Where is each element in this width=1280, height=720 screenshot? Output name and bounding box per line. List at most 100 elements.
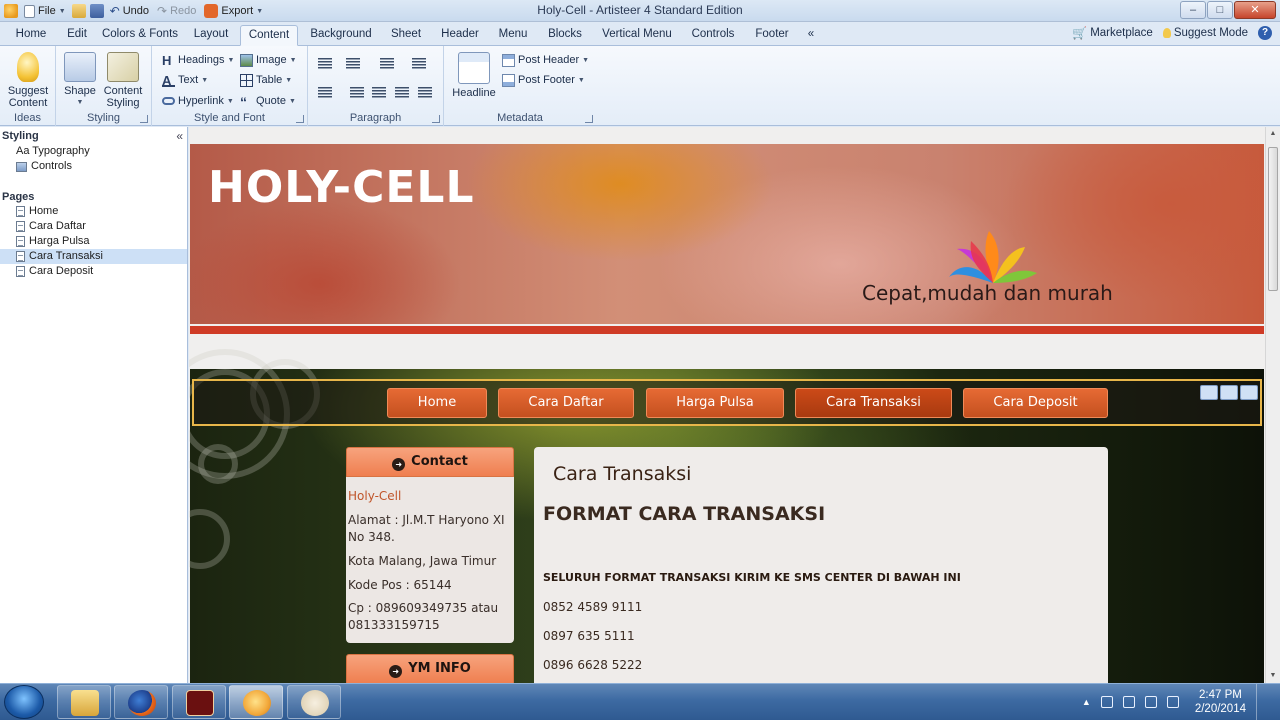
lightbulb-icon[interactable] xyxy=(1200,385,1218,400)
taskbar-paint[interactable] xyxy=(287,685,341,719)
contact-block-content[interactable]: Holy-Cell Alamat : Jl.M.T Haryono XI No … xyxy=(346,477,514,643)
network-icon[interactable] xyxy=(1122,696,1135,708)
bullet-list-icon[interactable] xyxy=(318,87,334,99)
close-button[interactable]: ✕ xyxy=(1234,1,1276,19)
chevron-down-icon: ▼ xyxy=(76,99,84,106)
content-styling-button[interactable]: Content Styling xyxy=(100,52,146,109)
tab-layout[interactable]: Layout xyxy=(186,25,236,46)
styling-item-controls[interactable]: Controls xyxy=(0,159,187,174)
clock[interactable]: 2:47 PM 2/20/2014 xyxy=(1195,688,1246,716)
site-title[interactable]: HOLY-CELL xyxy=(208,162,475,213)
post-title[interactable]: Cara Transaksi xyxy=(553,463,691,485)
tab-vertical-menu[interactable]: Vertical Menu xyxy=(596,25,678,46)
increase-indent-icon[interactable] xyxy=(346,58,362,70)
contact-block-header[interactable]: ➜ Contact xyxy=(346,447,514,477)
text-button[interactable]: A Text ▼ xyxy=(162,71,208,89)
volume-icon[interactable] xyxy=(1144,696,1157,708)
tab-blocks[interactable]: Blocks xyxy=(542,25,588,46)
site-menu-cara-transaksi[interactable]: Cara Transaksi xyxy=(795,388,952,418)
scrollbar-thumb[interactable] xyxy=(1268,147,1278,291)
site-menu-cara-deposit[interactable]: Cara Deposit xyxy=(963,388,1108,418)
post-header-button[interactable]: Post Header ▼ xyxy=(502,51,589,69)
help-icon[interactable]: ? xyxy=(1258,26,1272,40)
paragraph-dialog-launcher[interactable] xyxy=(432,115,440,123)
table-button[interactable]: Table ▼ xyxy=(240,71,292,89)
metadata-dialog-launcher[interactable] xyxy=(585,115,593,123)
page-item-harga-pulsa[interactable]: Harga Pulsa xyxy=(0,234,187,249)
vertical-scrollbar[interactable]: ▲ ▼ xyxy=(1265,127,1280,683)
tab-home[interactable]: Home xyxy=(8,25,54,46)
taskbar-firefox[interactable] xyxy=(114,685,168,719)
taskbar: ▲ 2:47 PM 2/20/2014 xyxy=(0,683,1280,720)
justify-icon[interactable] xyxy=(418,87,434,99)
styling-item-typography[interactable]: Aa Typography xyxy=(0,144,187,159)
layout-dropdown-icon[interactable] xyxy=(1220,385,1238,400)
sms-number: 0897 635 5111 xyxy=(543,629,635,643)
shape-button[interactable]: Shape ▼ xyxy=(62,52,98,109)
tab-footer[interactable]: Footer xyxy=(748,25,796,46)
taskbar-explorer[interactable] xyxy=(57,685,111,719)
decrease-indent-icon[interactable] xyxy=(318,58,334,70)
tabs-collapse-button[interactable]: « xyxy=(802,25,820,46)
chevron-down-icon: ▼ xyxy=(577,76,585,84)
ym-info-block-header[interactable]: ➜ YM INFO xyxy=(346,654,514,683)
paragraph-spacing-icon[interactable] xyxy=(412,58,428,70)
align-right-icon[interactable] xyxy=(395,87,411,99)
marketplace-label: Marketplace xyxy=(1090,27,1153,39)
tab-header[interactable]: Header xyxy=(434,25,486,46)
site-menu-cara-daftar[interactable]: Cara Daftar xyxy=(498,388,634,418)
site-menu-home[interactable]: Home xyxy=(387,388,487,418)
site-menu-bar[interactable]: Home Cara Daftar Harga Pulsa Cara Transa… xyxy=(192,379,1262,426)
page-item-cara-daftar[interactable]: Cara Daftar xyxy=(0,219,187,234)
styling-dialog-launcher[interactable] xyxy=(140,115,148,123)
page-item-cara-deposit[interactable]: Cara Deposit xyxy=(0,264,187,279)
post-footer-button[interactable]: Post Footer ▼ xyxy=(502,71,585,89)
hyperlink-button[interactable]: Hyperlink ▼ xyxy=(162,92,234,110)
arrow-right-icon: ➜ xyxy=(392,458,406,471)
tab-menu[interactable]: Menu xyxy=(492,25,534,46)
line-spacing-icon[interactable] xyxy=(380,58,396,70)
taskbar-artisteer[interactable] xyxy=(229,685,283,719)
tab-content[interactable]: Content xyxy=(240,25,298,46)
style-font-dialog-launcher[interactable] xyxy=(296,115,304,123)
taskbar-app-v[interactable] xyxy=(172,685,226,719)
headline-button[interactable]: Headline xyxy=(450,52,498,99)
align-center-icon[interactable] xyxy=(372,87,388,99)
align-left-icon[interactable] xyxy=(350,87,366,99)
flag-icon[interactable] xyxy=(1100,696,1113,708)
scroll-down-icon[interactable]: ▼ xyxy=(1266,669,1280,683)
minimize-button[interactable]: – xyxy=(1180,1,1206,19)
page-item-cara-transaksi[interactable]: Cara Transaksi xyxy=(0,249,187,264)
site-slogan[interactable]: Cepat,mudah dan murah xyxy=(862,281,1113,305)
site-menu-harga-pulsa[interactable]: Harga Pulsa xyxy=(646,388,784,418)
design-canvas[interactable]: HOLY-CELL Cepat,mudah dan murah Home Car… xyxy=(189,127,1265,683)
suggest-content-button[interactable]: Suggest Content xyxy=(3,52,53,109)
start-button[interactable] xyxy=(4,685,44,719)
collapse-panel-button[interactable]: « xyxy=(176,129,183,143)
tab-background[interactable]: Background xyxy=(304,25,378,46)
scroll-up-icon[interactable]: ▲ xyxy=(1266,127,1280,141)
show-hidden-icons-icon[interactable]: ▲ xyxy=(1082,697,1091,707)
image-button[interactable]: Image ▼ xyxy=(240,51,297,69)
site-header[interactable]: HOLY-CELL Cepat,mudah dan murah xyxy=(190,144,1264,324)
contact-line: Holy-Cell xyxy=(348,489,402,503)
tab-sheet[interactable]: Sheet xyxy=(384,25,428,46)
maximize-button[interactable]: □ xyxy=(1207,1,1233,19)
tab-colors-fonts[interactable]: Colors & Fonts xyxy=(98,25,182,46)
marketplace-button[interactable]: 🛒 Marketplace xyxy=(1072,26,1153,40)
display-icon[interactable] xyxy=(1166,696,1179,708)
content-styling-label: Content Styling xyxy=(103,85,143,109)
tab-edit[interactable]: Edit xyxy=(60,25,94,46)
show-desktop-button[interactable] xyxy=(1256,684,1268,720)
suggest-mode-button[interactable]: Suggest Mode xyxy=(1162,27,1248,39)
headings-button[interactable]: H Headings ▼ xyxy=(162,51,234,69)
style-font-group-label: Style and Font xyxy=(194,112,265,124)
tab-controls[interactable]: Controls xyxy=(686,25,740,46)
post-header-icon xyxy=(502,53,515,67)
window-layout-icon[interactable] xyxy=(1240,385,1258,400)
quote-button[interactable]: “ Quote ▼ xyxy=(240,92,296,110)
page-item-home[interactable]: Home xyxy=(0,204,187,219)
header-divider xyxy=(190,326,1264,334)
post-content[interactable]: Cara Transaksi FORMAT CARA TRANSAKSI SEL… xyxy=(534,447,1108,683)
page-item-label: Cara Daftar xyxy=(29,220,86,232)
